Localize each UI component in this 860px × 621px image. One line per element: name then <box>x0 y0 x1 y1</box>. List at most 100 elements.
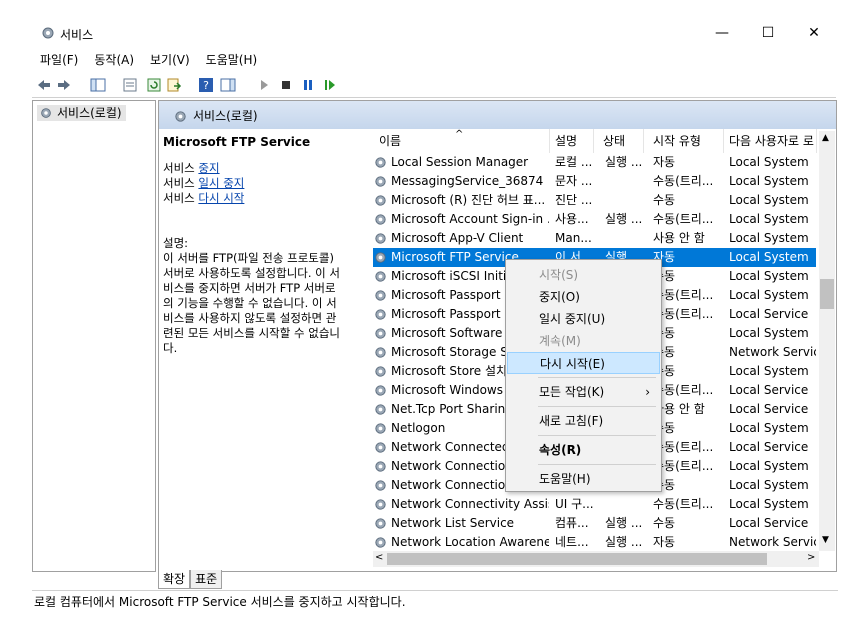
cell-name: Network Location Awareness <box>391 535 549 549</box>
detail-description-line: 서버로 사용하도록 설정합니다. 이 서 <box>163 266 340 280</box>
cell-start: 수동(트리... <box>653 440 714 454</box>
minimize-button[interactable]: — <box>712 24 732 42</box>
service-gear-icon <box>373 459 388 474</box>
service-gear-icon <box>373 478 388 493</box>
detail-description: 이 서버를 FTP(파일 전송 프로토콜) 서버로 사용하도록 설정합니다. 이 … <box>163 251 363 356</box>
detail-description-line: 이 서버를 FTP(파일 전송 프로토콜) <box>163 251 334 265</box>
toolbar: ? <box>32 73 836 98</box>
context-menu-item[interactable]: 모든 작업(K) › <box>507 381 660 403</box>
table-row[interactable]: Microsoft Account Sign-in ... 사용... 실행 ...… <box>373 210 816 229</box>
horizontal-scrollbar[interactable]: < > <box>373 551 819 567</box>
table-row[interactable]: Microsoft (R) 진단 허브 표... 진단 ... 수동 Local Sy… <box>373 191 816 210</box>
restart-service-icon[interactable] <box>322 77 338 93</box>
pane-header-title: 서비스(로컬) <box>171 106 258 126</box>
vertical-scrollbar[interactable]: ▲ ▼ <box>819 131 835 551</box>
tree-node-services-local[interactable]: 서비스(로컬) <box>37 105 126 121</box>
refresh-icon[interactable] <box>146 77 162 93</box>
start-service-icon[interactable] <box>256 77 272 93</box>
window-title: 서비스 <box>60 28 94 42</box>
services-gear-icon <box>42 27 54 39</box>
table-row[interactable]: Network Location Awareness 네트... 실행 ... 자동 N… <box>373 533 816 552</box>
action-pane-icon[interactable] <box>220 77 236 93</box>
back-arrow-icon[interactable] <box>36 77 52 93</box>
cell-desc: 문자 ... <box>555 174 593 188</box>
cell-status: 실행 ... <box>605 535 643 549</box>
cell-logon: Local Service <box>729 402 809 416</box>
detail-action-restart: 서비스 다시 시작 <box>163 191 245 205</box>
context-menu-item[interactable]: 계속(M) <box>507 330 660 352</box>
console-tree: 서비스(로컬) <box>32 100 156 572</box>
menu-action[interactable]: 동작(A) <box>94 50 134 70</box>
cell-logon: Local System <box>729 250 809 264</box>
horizontal-scroll-thumb[interactable] <box>387 553 767 565</box>
scroll-down-icon[interactable]: ▼ <box>822 535 829 545</box>
scroll-up-icon[interactable]: ▲ <box>822 133 829 143</box>
context-menu: 시작(S) 중지(O) 일시 중지(U) 계속(M) 다시 시작(E) 모든 작업(K) ›… <box>505 259 662 492</box>
help-icon[interactable]: ? <box>198 77 214 93</box>
export-list-icon[interactable] <box>166 77 182 93</box>
stop-link[interactable]: 중지 <box>198 161 219 175</box>
menu-help[interactable]: 도움말(H) <box>206 50 258 70</box>
forward-arrow-icon[interactable] <box>56 77 72 93</box>
pause-link[interactable]: 일시 중지 <box>198 176 244 190</box>
context-menu-item[interactable]: 다시 시작(E) <box>507 352 660 374</box>
properties-list-icon[interactable] <box>122 77 138 93</box>
cell-start: 사용 안 함 <box>653 402 705 416</box>
cell-start: 수동(트리... <box>653 383 714 397</box>
detail-action-stop: 서비스 중지 <box>163 161 220 175</box>
context-menu-item[interactable]: 속성(R) <box>507 439 660 461</box>
restart-link[interactable]: 다시 시작 <box>198 191 244 205</box>
cell-logon: Local System <box>729 174 809 188</box>
cell-start: 수동 <box>653 364 676 378</box>
tab-standard[interactable]: 표준 <box>190 570 223 589</box>
table-row[interactable]: Network List Service 컴퓨... 실행 ... 수동 Local S… <box>373 514 816 533</box>
tab-extended[interactable]: 확장 <box>158 570 191 589</box>
context-menu-item[interactable]: 중지(O) <box>507 286 660 308</box>
cell-desc: Man... <box>555 231 592 245</box>
table-row[interactable]: Network Connectivity Assis... UI 구... 수동(트… <box>373 495 816 514</box>
maximize-button[interactable]: ☐ <box>758 24 778 42</box>
cell-start: 수동 <box>653 193 676 207</box>
pause-service-icon[interactable] <box>300 77 316 93</box>
context-menu-item[interactable]: 도움말(H) <box>507 468 660 490</box>
col-header-desc[interactable]: 설명 <box>549 129 594 153</box>
col-header-status[interactable]: 상태 <box>597 129 644 153</box>
col-header-logon[interactable]: 다음 사용자로 로 <box>723 129 817 153</box>
service-gear-icon <box>373 364 388 379</box>
stop-service-icon[interactable] <box>278 77 294 93</box>
detail-description-line: 비스를 사용하지 않도록 설정하면 관 <box>163 311 337 325</box>
scroll-right-icon[interactable]: > <box>807 552 815 563</box>
detail-description-line: 비스를 중지하면 서버가 FTP 서버로 <box>163 281 336 295</box>
vertical-scroll-thumb[interactable] <box>820 279 834 309</box>
service-gear-icon <box>373 516 388 531</box>
col-header-start-type[interactable]: 시작 유형 <box>647 129 724 153</box>
context-menu-item[interactable]: 일시 중지(U) <box>507 308 660 330</box>
close-button[interactable]: ✕ <box>804 24 824 42</box>
menu-file[interactable]: 파일(F) <box>40 50 78 70</box>
services-pane: 서비스(로컬) Microsoft FTP Service 서비스 중지 서비스… <box>158 100 837 572</box>
col-header-name[interactable]: 이름 ^ <box>373 129 550 153</box>
cell-status <box>605 495 651 514</box>
cell-logon: Local System <box>729 326 809 340</box>
cell-name: MessagingService_36874 <box>391 174 544 188</box>
tree-node-label: 서비스(로컬) <box>57 106 122 120</box>
menu-separator <box>538 435 656 436</box>
scroll-left-icon[interactable]: < <box>375 552 383 563</box>
detail-description-line: 련된 모든 서비스를 시작할 수 없습니 <box>163 326 340 340</box>
context-menu-item[interactable]: 새로 고침(F) <box>507 410 660 432</box>
cell-start: 수동(트리... <box>653 212 714 226</box>
cell-logon: Local Service <box>729 440 809 454</box>
table-row[interactable]: Local Session Manager 로컬 ... 실행 ... 자동 Local… <box>373 153 816 172</box>
pane-title-label: 서비스(로컬) <box>193 109 258 123</box>
cell-start: 수동(트리... <box>653 497 714 511</box>
cell-logon: Local System <box>729 364 809 378</box>
table-row[interactable]: MessagingService_36874 문자 ... 수동(트리... Loca… <box>373 172 816 191</box>
context-menu-item[interactable]: 시작(S) <box>507 264 660 286</box>
cell-status <box>605 172 651 191</box>
cell-start: 수동 <box>653 345 676 359</box>
console-tree-icon[interactable] <box>90 77 106 93</box>
cell-logon: Local System <box>729 497 809 511</box>
table-row[interactable]: Microsoft App-V Client Man... 사용 안 함 Local … <box>373 229 816 248</box>
menu-view[interactable]: 보기(V) <box>150 50 190 70</box>
cell-start: 수동 <box>653 421 676 435</box>
